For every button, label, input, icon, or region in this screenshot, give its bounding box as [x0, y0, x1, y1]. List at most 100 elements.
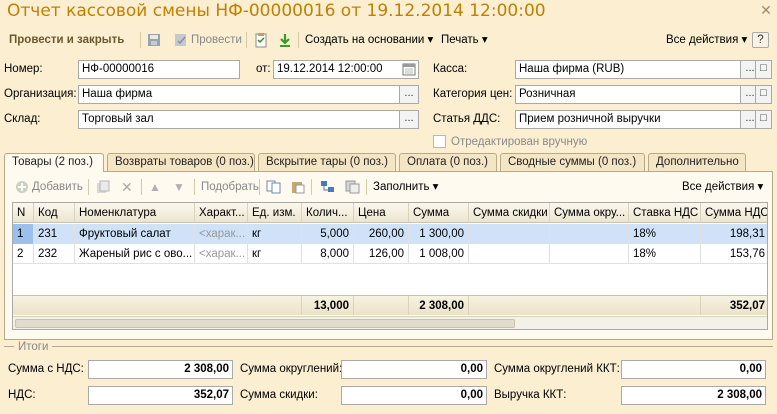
move-down-icon[interactable]: ▼ [173, 177, 185, 197]
checklist-icon[interactable] [253, 32, 269, 48]
create-based-on-label: Создать на основании [305, 34, 425, 46]
sum-with-vat-label: Сумма с НДС: [8, 363, 84, 375]
vat-label: НДС: [8, 389, 36, 401]
cell-rounding [550, 224, 629, 244]
cell-code: 231 [34, 224, 75, 244]
column-header[interactable]: Код [34, 203, 75, 223]
price-category-field[interactable]: Розничная [515, 85, 741, 104]
organization-field[interactable]: Наша фирма [78, 85, 400, 104]
cell-price: 126,00 [354, 244, 409, 264]
chevron-down-icon: ▾ [741, 34, 748, 46]
tab-summary-amounts[interactable]: Сводные суммы (0 поз.) [500, 153, 645, 171]
cash-open-button[interactable]: □ [755, 60, 772, 79]
all-actions-menu[interactable]: Все действия ▾ [666, 30, 747, 50]
cell-name: Фруктовый салат [75, 224, 195, 244]
cell-characteristic: <харак... [195, 244, 248, 264]
cell-n: 1 [13, 224, 34, 244]
post-icon[interactable] [173, 32, 189, 48]
fill-menu[interactable]: Заполнить ▾ [373, 177, 438, 197]
move-up-icon[interactable]: ▲ [149, 177, 161, 197]
add-button[interactable]: Добавить [32, 177, 83, 197]
kkt-rounding-field[interactable]: 0,00 [621, 360, 766, 379]
number-field[interactable]: НФ-00000016 [78, 60, 240, 79]
tree-structure-icon[interactable] [320, 180, 335, 194]
cell-code: 232 [34, 244, 75, 264]
kkt-revenue-field[interactable]: 2 308,00 [621, 386, 766, 405]
discount-label: Сумма скидки: [240, 389, 318, 401]
cell-vat-rate: 18% [629, 244, 701, 264]
column-header[interactable]: Номенклатура [75, 203, 195, 223]
post-button[interactable]: Провести [191, 30, 242, 50]
rounding-field[interactable]: 0,00 [341, 360, 487, 379]
all-actions-label: Все действия [666, 34, 739, 46]
column-header[interactable]: Характ... [195, 203, 248, 223]
add-icon[interactable] [15, 180, 29, 194]
documents-icon[interactable] [345, 180, 360, 194]
date-field[interactable]: 19.12.2014 12:00:00 [273, 60, 419, 79]
tab-payment[interactable]: Оплата (0 поз.) [399, 153, 497, 171]
column-header[interactable]: Сумма [409, 203, 469, 223]
column-header[interactable]: Ставка НДС [629, 203, 701, 223]
dds-label: Статья ДДС: [433, 113, 501, 125]
total-sum: 2 308,00 [409, 295, 469, 315]
cash-field[interactable]: Наша фирма (RUB) [515, 60, 741, 79]
paste-icon[interactable] [290, 180, 305, 194]
column-header[interactable]: Сумма скидки [469, 203, 550, 223]
cell-discount [469, 244, 550, 264]
window-title: Отчет кассовой смены НФ-00000016 от 19.1… [7, 1, 546, 21]
copy-row-icon[interactable] [96, 180, 110, 194]
tab-additional[interactable]: Дополнительно [648, 153, 746, 171]
price-category-open-button[interactable]: □ [755, 85, 772, 104]
vat-field[interactable]: 352,07 [88, 386, 233, 405]
column-header[interactable]: Сумма НДС [701, 203, 767, 223]
table-row[interactable]: 1 231 Фруктовый салат <харак... кг 5,000… [13, 224, 767, 244]
table-row[interactable]: 2 232 Жареный рис с ово... <харак... кг … [13, 244, 767, 264]
warehouse-select-button[interactable]: ... [399, 110, 419, 129]
horizontal-scrollbar[interactable] [13, 316, 767, 329]
grid-all-actions-label: Все действия [682, 181, 755, 193]
discount-field[interactable]: 0,00 [341, 386, 487, 405]
help-button[interactable]: ? [752, 32, 769, 48]
edited-manually-label: Отредактирован вручную [451, 136, 588, 148]
footer-blank [469, 295, 701, 315]
warehouse-field[interactable]: Торговый зал [78, 110, 400, 129]
kkt-rounding-label: Сумма округлений ККТ: [494, 363, 620, 375]
edited-manually-checkbox[interactable] [433, 135, 446, 148]
dds-field[interactable]: Прием розничной выручки [515, 110, 741, 129]
save-icon[interactable] [146, 32, 162, 48]
cash-label: Касса: [433, 63, 468, 75]
scrollbar-thumb[interactable] [15, 319, 515, 328]
toolbar-separator [298, 32, 299, 48]
print-menu[interactable]: Печать ▾ [441, 30, 488, 50]
goods-table[interactable]: N Код Номенклатура Характ... Ед. изм. Ко… [12, 202, 768, 330]
calendar-icon[interactable] [402, 62, 416, 76]
close-icon[interactable]: ✕ [758, 2, 774, 18]
cell-discount [469, 224, 550, 244]
delete-icon[interactable]: ✕ [121, 177, 133, 197]
organization-label: Организация: [4, 88, 77, 100]
dds-open-button[interactable]: □ [755, 110, 772, 129]
toolbar-separator [140, 32, 141, 48]
column-header[interactable]: Колич... [302, 203, 354, 223]
print-label: Печать [441, 34, 479, 46]
grid-all-actions-menu[interactable]: Все действия ▾ [682, 177, 763, 197]
column-header[interactable]: N [13, 203, 34, 223]
cell-sum: 1 300,00 [409, 224, 469, 244]
download-icon[interactable] [277, 32, 293, 48]
tab-returns[interactable]: Возвраты товаров (0 поз.) [107, 153, 255, 171]
column-header[interactable]: Ед. изм. [248, 203, 302, 223]
create-based-on-menu[interactable]: Создать на основании ▾ [305, 30, 433, 50]
toolbar-separator [141, 179, 142, 195]
copy-icon[interactable] [266, 180, 281, 194]
column-header[interactable]: Цена [354, 203, 409, 223]
chevron-down-icon: ▾ [757, 181, 764, 193]
organization-select-button[interactable]: ... [399, 85, 419, 104]
pick-button[interactable]: Подобрать [201, 177, 259, 197]
tab-tare-opening[interactable]: Вскрытие тары (0 поз.) [258, 153, 396, 171]
column-header[interactable]: Сумма окру... [550, 203, 629, 223]
cell-unit: кг [248, 244, 302, 264]
post-and-close-button[interactable]: Провести и закрыть [9, 30, 124, 50]
sum-with-vat-field[interactable]: 2 308,00 [88, 360, 233, 379]
toolbar-separator [246, 32, 247, 48]
tab-goods[interactable]: Товары (2 поз.) [4, 153, 104, 172]
